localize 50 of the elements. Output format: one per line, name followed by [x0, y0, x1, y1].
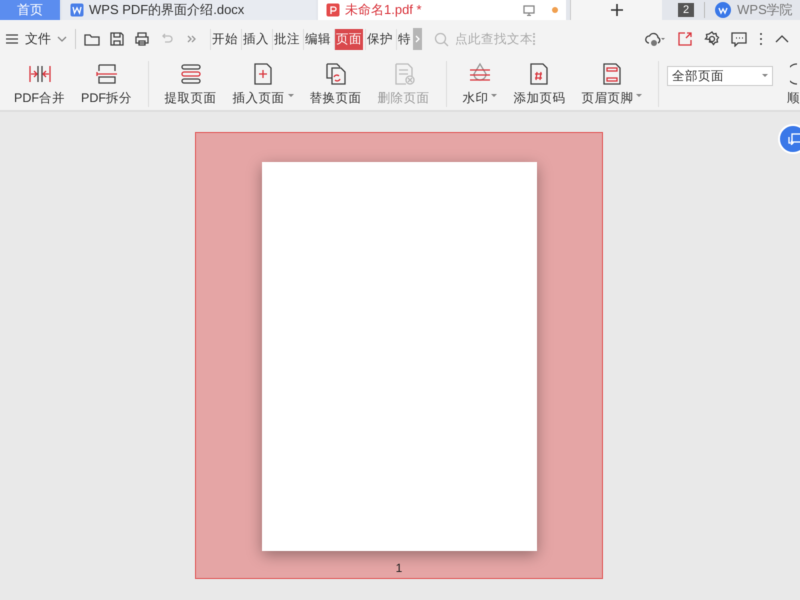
convert-icon: [788, 133, 800, 145]
dropdown-arrow-icon: [762, 74, 768, 78]
chevron-right-icon: [415, 35, 420, 43]
ribbon-tab[interactable]: 页面: [334, 28, 363, 50]
chat-icon[interactable]: [731, 31, 747, 47]
convert-button[interactable]: [778, 124, 800, 154]
arc-icon: [790, 62, 798, 86]
chevron-down-icon: [57, 36, 67, 42]
plus-icon: [610, 3, 624, 17]
document-tab[interactable]: WPS PDF的界面介绍.docx: [62, 0, 316, 20]
search-field[interactable]: 点此查找文本: [434, 32, 533, 46]
printer-icon[interactable]: [134, 31, 150, 47]
word-document-icon: [70, 3, 84, 17]
cloud-icon[interactable]: [644, 31, 666, 47]
save-icon[interactable]: [109, 31, 125, 47]
ribbon-button[interactable]: PDF合并: [6, 62, 73, 106]
account-name[interactable]: WPS学院: [737, 1, 793, 19]
ribbon-tab[interactable]: 特: [396, 28, 412, 50]
logo-icon: [715, 2, 732, 18]
page-selection[interactable]: 1: [195, 132, 603, 579]
ribbon-button[interactable]: 替换页面: [302, 62, 370, 106]
ribbon-button[interactable]: PDF拆分: [73, 62, 140, 106]
search-icon: [434, 32, 449, 46]
more-vertical-icon[interactable]: [758, 31, 764, 47]
settings-icon[interactable]: [704, 31, 720, 47]
ribbon-tab[interactable]: 开始: [210, 28, 239, 50]
ribbon-tab[interactable]: 保护: [365, 28, 394, 50]
ribbon-button[interactable]: 提取页面: [156, 62, 225, 106]
page-number: 1: [396, 561, 402, 575]
stacked-bars-icon: [178, 62, 203, 86]
file-menu[interactable]: 文件: [25, 30, 67, 48]
split-page-icon: [94, 62, 118, 86]
ribbon-tab[interactable]: 批注: [272, 28, 301, 50]
share-icon[interactable]: [677, 31, 693, 47]
pdf-document-icon: [326, 3, 340, 17]
ribbon-button[interactable]: 页眉页脚: [573, 62, 650, 106]
tab-count-badge[interactable]: 2: [678, 3, 694, 17]
new-tab-button[interactable]: [570, 0, 662, 20]
page-range-dropdown[interactable]: 全部页面: [667, 66, 774, 86]
ribbon-tab[interactable]: 插入: [241, 28, 270, 50]
monitor-icon: [523, 4, 535, 16]
unsaved-dot: [552, 7, 558, 13]
document-tab[interactable]: 未命名1.pdf *: [318, 0, 566, 20]
ribbon-button[interactable]: 添加页码: [505, 62, 574, 106]
ribbon-tab[interactable]: 编辑: [303, 28, 332, 50]
pages-swap-icon: [324, 62, 348, 86]
ribbon-button[interactable]: 水印: [454, 62, 506, 106]
menu-icon[interactable]: [5, 33, 19, 45]
ribbon-button[interactable]: 顺: [787, 62, 800, 106]
ribbon-button[interactable]: 插入页面: [224, 62, 302, 106]
